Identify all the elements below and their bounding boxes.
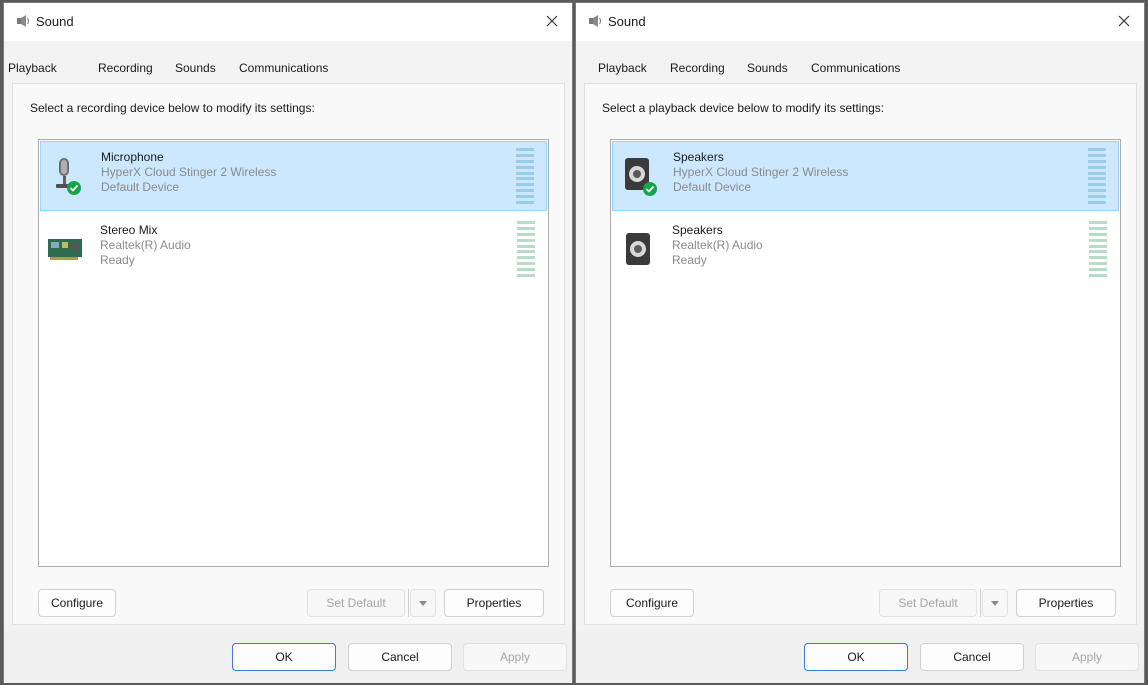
title-bar: Sound (4, 3, 572, 41)
device-list: Microphone HyperX Cloud Stinger 2 Wirele… (38, 139, 549, 567)
title-bar: Sound (576, 3, 1144, 41)
set-default-button[interactable]: Set Default (879, 589, 977, 617)
device-name: Microphone (101, 150, 164, 164)
level-meter (516, 148, 534, 204)
speaker-icon (618, 225, 662, 271)
speaker-app-icon (16, 14, 30, 28)
tab-sounds[interactable]: Sounds (747, 61, 788, 75)
device-status: Default Device (101, 180, 180, 194)
level-meter (1088, 148, 1106, 204)
level-meter (1089, 221, 1107, 277)
device-item-stereo-mix[interactable]: Stereo Mix Realtek(R) Audio Ready (40, 215, 547, 285)
close-icon (1118, 15, 1130, 30)
device-item-speakers-hyperx[interactable]: Speakers HyperX Cloud Stinger 2 Wireless… (612, 141, 1119, 211)
dropdown-arrow-icon (991, 596, 999, 610)
properties-button[interactable]: Properties (444, 589, 544, 617)
device-driver: Realtek(R) Audio (672, 238, 763, 252)
tab-playback[interactable]: Playback (8, 61, 57, 75)
sound-card-icon (46, 225, 90, 271)
set-default-dropdown-button[interactable] (410, 589, 436, 617)
tab-communications[interactable]: Communications (239, 61, 328, 75)
apply-button[interactable]: Apply (1035, 643, 1139, 671)
device-driver: HyperX Cloud Stinger 2 Wireless (101, 165, 277, 179)
apply-button[interactable]: Apply (463, 643, 567, 671)
tab-strip: Playback Recording Sounds Communications (4, 55, 572, 83)
speaker-icon (619, 152, 663, 198)
tab-sounds[interactable]: Sounds (175, 61, 216, 75)
instruction-text: Select a playback device below to modify… (602, 101, 885, 115)
cancel-button[interactable]: Cancel (920, 643, 1024, 671)
tab-recording[interactable]: Recording (98, 61, 153, 75)
ok-button[interactable]: OK (232, 643, 336, 671)
device-item-microphone[interactable]: Microphone HyperX Cloud Stinger 2 Wirele… (40, 141, 547, 211)
device-item-speakers-realtek[interactable]: Speakers Realtek(R) Audio Ready (612, 215, 1119, 285)
tab-strip: Playback Recording Sounds Communications (576, 55, 1144, 83)
level-meter (517, 221, 535, 277)
sound-dialog-playback: Sound Playback Recording Sounds Communic… (575, 2, 1145, 683)
device-name: Speakers (673, 150, 724, 164)
device-driver: HyperX Cloud Stinger 2 Wireless (673, 165, 849, 179)
set-default-dropdown-button[interactable] (982, 589, 1008, 617)
tab-playback[interactable]: Playback (598, 61, 647, 75)
properties-button[interactable]: Properties (1016, 589, 1116, 617)
dialog-title: Sound (608, 14, 646, 29)
dialog-footer: OK Cancel Apply (576, 631, 1144, 683)
speaker-app-icon (588, 14, 602, 28)
close-button[interactable] (1104, 3, 1144, 41)
tab-recording[interactable]: Recording (670, 61, 725, 75)
sound-dialog-recording: Sound Playback Recording Sounds Communic… (3, 2, 573, 683)
set-default-button[interactable]: Set Default (307, 589, 405, 617)
tab-communications[interactable]: Communications (811, 61, 900, 75)
device-name: Speakers (672, 223, 723, 237)
device-status: Ready (672, 253, 707, 267)
instruction-text: Select a recording device below to modif… (30, 101, 315, 115)
close-button[interactable] (532, 3, 572, 41)
dropdown-arrow-icon (419, 596, 427, 610)
dialog-title: Sound (36, 14, 74, 29)
ok-button[interactable]: OK (804, 643, 908, 671)
device-name: Stereo Mix (100, 223, 158, 237)
dialog-footer: OK Cancel Apply (4, 631, 572, 683)
device-list: Speakers HyperX Cloud Stinger 2 Wireless… (610, 139, 1121, 567)
configure-button[interactable]: Configure (610, 589, 694, 617)
configure-button[interactable]: Configure (38, 589, 116, 617)
device-driver: Realtek(R) Audio (100, 238, 191, 252)
device-status: Ready (100, 253, 135, 267)
cancel-button[interactable]: Cancel (348, 643, 452, 671)
close-icon (546, 15, 558, 30)
device-status: Default Device (673, 180, 752, 194)
microphone-icon (47, 152, 91, 198)
